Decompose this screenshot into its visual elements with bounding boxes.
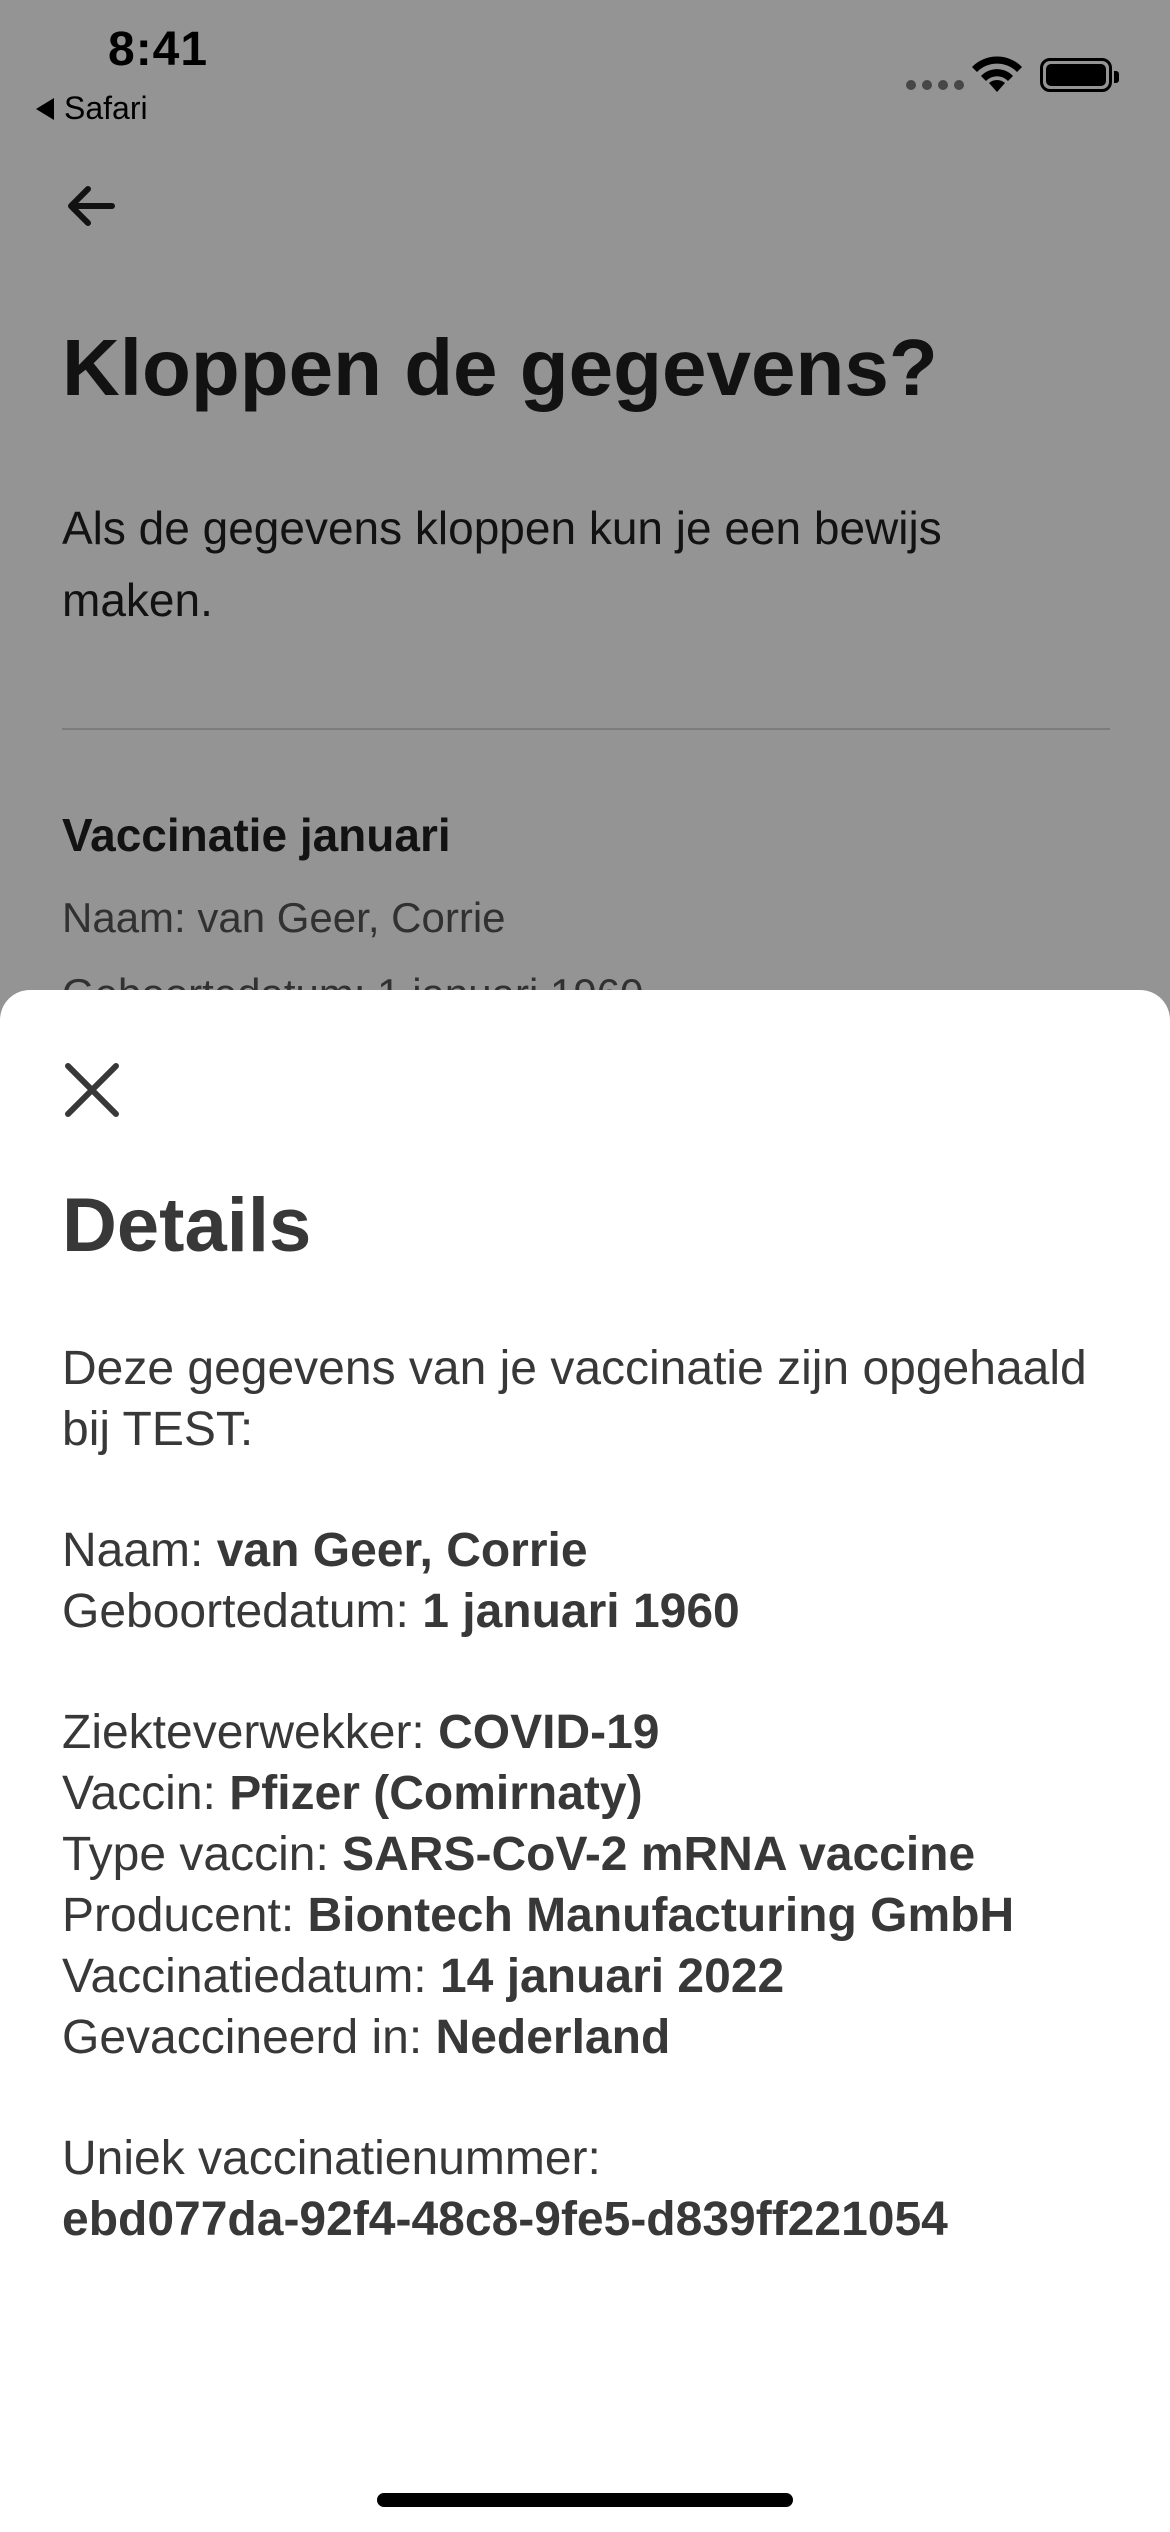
detail-row-country: Gevaccineerd in: Nederland (62, 2011, 671, 2064)
details-body: Deze gegevens van je vaccinatie zijn opg… (62, 1338, 1132, 2310)
vaccination-details: Ziekteverwekker: COVID-19 Vaccin: Pfizer… (62, 1702, 1132, 2068)
person-details: Naam: van Geer, Corrie Geboortedatum: 1 … (62, 1520, 1132, 1642)
details-sheet: Details Deze gegevens van je vaccinatie … (0, 990, 1170, 2532)
home-indicator[interactable] (377, 2493, 793, 2507)
sheet-title: Details (62, 1183, 312, 1268)
unique-id-value: ebd077da-92f4-48c8-9fe5-d839ff221054 (62, 2193, 948, 2246)
detail-row-vaccination-date: Vaccinatiedatum: 14 januari 2022 (62, 1950, 785, 2003)
detail-row-vaccine: Vaccin: Pfizer (Comirnaty) (62, 1767, 643, 1820)
detail-row-vaccine-type: Type vaccin: SARS-CoV-2 mRNA vaccine (62, 1828, 976, 1881)
unique-id-block: Uniek vaccinatienummer: ebd077da-92f4-48… (62, 2128, 1132, 2250)
detail-row-pathogen: Ziekteverwekker: COVID-19 (62, 1706, 660, 1759)
close-icon[interactable] (56, 1054, 128, 1126)
detail-row-name: Naam: van Geer, Corrie (62, 1524, 588, 1577)
detail-row-manufacturer: Producent: Biontech Manufacturing GmbH (62, 1889, 1015, 1942)
details-intro: Deze gegevens van je vaccinatie zijn opg… (62, 1342, 1087, 1456)
detail-row-birthdate: Geboortedatum: 1 januari 1960 (62, 1585, 740, 1638)
unique-id-label: Uniek vaccinatienummer: (62, 2132, 601, 2185)
